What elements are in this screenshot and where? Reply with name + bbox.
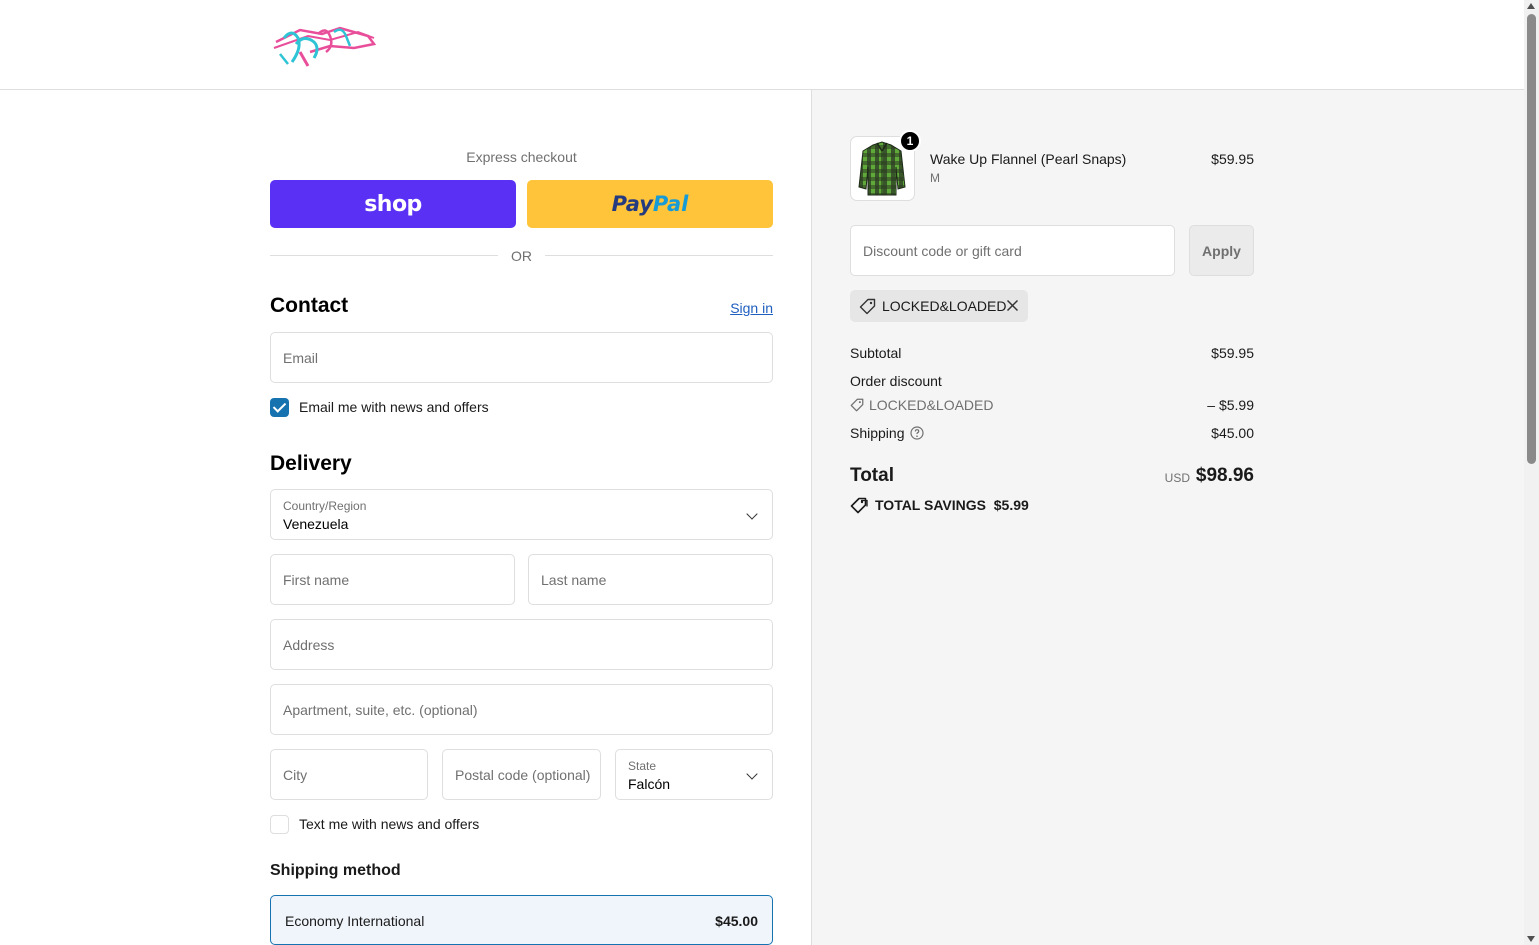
savings-tag-icon [850,497,868,514]
scroll-down-arrow-icon[interactable] [1527,936,1535,942]
sms-news-label: Text me with news and offers [299,816,480,832]
sms-news-option[interactable]: Text me with news and offers [270,815,570,835]
shipping-summary-row: Shipping [850,425,924,441]
discount-code-input[interactable]: Discount code or gift card [850,225,1175,276]
discount-code-placeholder: Discount code or gift card [863,243,1022,259]
country-value: Venezuela [283,516,349,532]
apartment-placeholder: Apartment, suite, etc. (optional) [283,702,478,718]
scrollbar-thumb[interactable] [1527,14,1536,464]
city-field[interactable]: City [270,749,428,800]
or-divider: OR [270,246,773,266]
savings-value: $5.99 [993,497,1029,513]
postal-code-field[interactable]: Postal code (optional) [442,749,601,800]
shipping-option-price: $45.00 [715,913,758,929]
first-name-placeholder: First name [283,572,350,588]
city-placeholder: City [283,767,308,783]
shipping-summary-value: $45.00 [1211,425,1254,441]
contact-heading: Contact [270,294,349,317]
email-news-checkbox[interactable] [270,398,289,417]
last-name-placeholder: Last name [541,572,607,588]
order-discount-label: Order discount [850,373,942,389]
paypal-label-part1: Pay [611,192,653,216]
email-placeholder: Email [283,350,319,366]
state-select[interactable]: State Falcón [615,749,773,800]
shipping-method-heading: Shipping method [270,862,401,879]
site-header [0,0,1524,90]
delivery-heading: Delivery [270,452,352,475]
savings-label: TOTAL SAVINGS [875,497,986,513]
state-label: State [628,759,657,773]
savings-text: TOTAL SAVINGS $5.99 [875,497,1029,513]
subtotal-label: Subtotal [850,345,902,361]
sign-in-link[interactable]: Sign in [700,300,773,316]
country-select[interactable]: Country/Region Venezuela [270,489,773,540]
applied-discount-code: LOCKED&LOADED [882,298,1007,314]
tag-icon [859,298,876,315]
tag-icon [850,398,864,412]
or-label: OR [511,248,532,264]
order-discount-code: LOCKED&LOADED [869,397,994,413]
quantity-badge: 1 [899,130,921,152]
shipping-summary-label: Shipping [850,425,905,441]
scroll-up-arrow-icon[interactable] [1527,3,1535,9]
product-name: Wake Up Flannel (Pearl Snaps) [930,151,1127,167]
applied-discount-chip: LOCKED&LOADED [850,290,1028,322]
chevron-down-icon [746,508,758,520]
subtotal-value: $59.95 [1211,345,1254,361]
paypal-label-part2: Pal [652,192,689,216]
address-field[interactable]: Address [270,619,773,670]
last-name-field[interactable]: Last name [528,554,773,605]
email-news-option[interactable]: Email me with news and offers [270,398,570,418]
help-icon[interactable] [910,426,924,440]
email-field[interactable]: Email [270,332,773,383]
chevron-down-icon [746,768,758,780]
remove-discount-icon[interactable] [1006,299,1019,312]
express-checkout-label: Express checkout [466,149,577,165]
order-summary-panel [811,90,1524,945]
address-placeholder: Address [283,637,335,653]
order-discount-value: – $5.99 [1207,397,1254,413]
page-scrollbar[interactable] [1524,0,1539,945]
email-news-label: Email me with news and offers [299,399,489,415]
apply-discount-button[interactable]: Apply [1189,225,1254,276]
apartment-field[interactable]: Apartment, suite, etc. (optional) [270,684,773,735]
total-amount: $98.96 [1195,465,1254,486]
shop-pay-label: shop [364,191,422,217]
shipping-option[interactable]: Economy International $45.00 [270,895,773,945]
shipping-option-name: Economy International [285,913,425,929]
country-label: Country/Region [283,499,367,513]
sms-news-checkbox[interactable] [270,815,289,834]
total-label: Total [850,465,894,486]
product-price: $59.95 [1211,151,1254,167]
postal-code-placeholder: Postal code (optional) [455,767,591,783]
store-logo[interactable] [270,18,380,70]
total-currency: USD [1164,471,1190,485]
product-variant: M [930,171,940,185]
state-value: Falcón [628,776,671,792]
shop-pay-button[interactable]: shop [270,180,516,228]
paypal-button[interactable]: Pay Pal [527,180,773,228]
first-name-field[interactable]: First name [270,554,515,605]
